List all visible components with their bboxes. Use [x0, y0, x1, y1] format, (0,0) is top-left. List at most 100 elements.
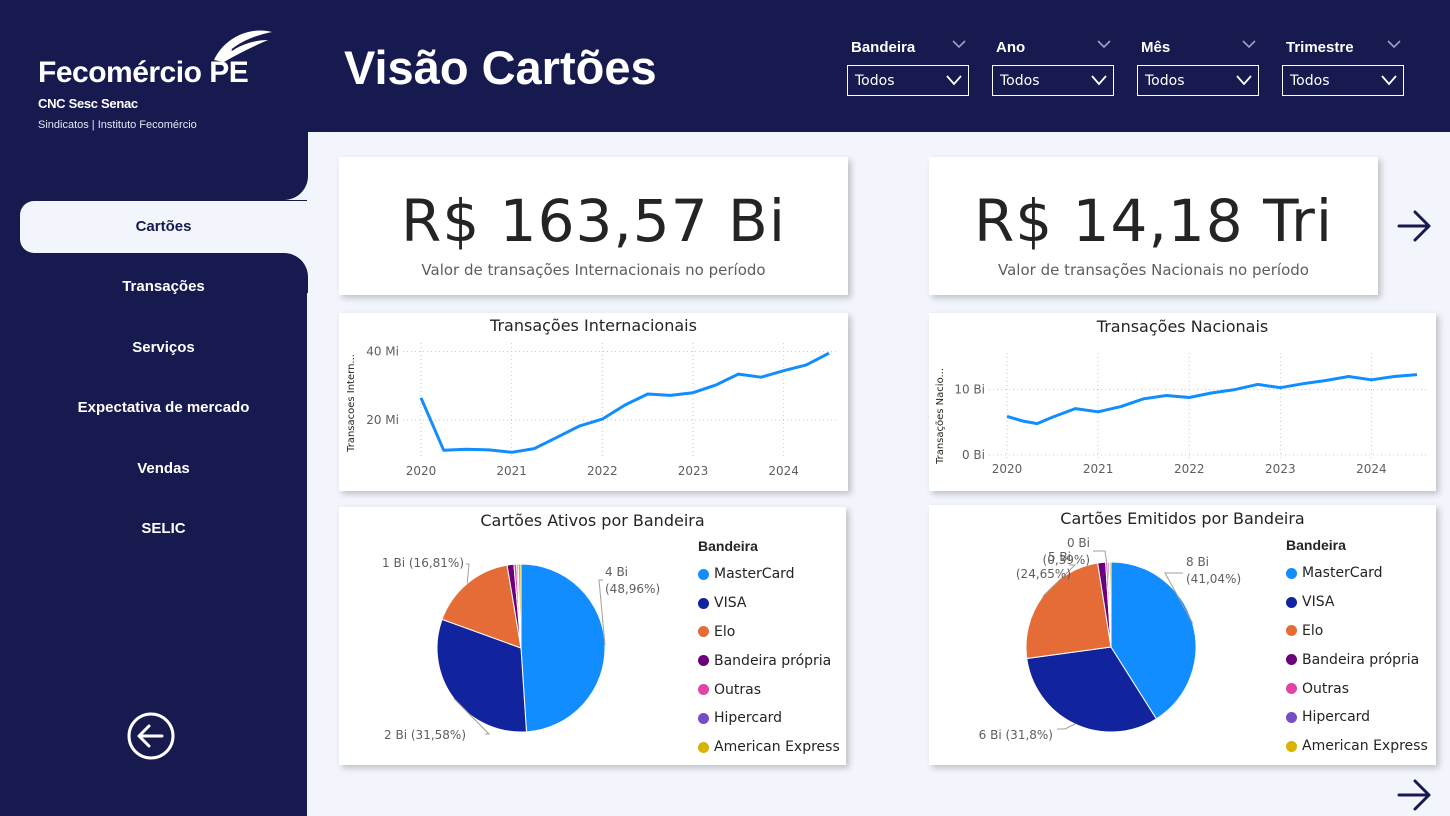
sidebar-item-vendas[interactable]: Vendas: [20, 443, 307, 495]
sidebar-item-serviços[interactable]: Serviços: [20, 322, 307, 374]
pie-chart-active: 4 Bi (48,96%) 2 Bi (31,58%) 1 Bi (16,81%): [382, 556, 660, 742]
legend-label: Elo: [714, 623, 736, 640]
y-axis-label: Transacoes Intern...: [346, 354, 357, 453]
series-line: [419, 351, 830, 454]
slicer-dropdown[interactable]: Todos: [992, 65, 1114, 96]
legend-item[interactable]: VISA: [698, 589, 840, 618]
x-tick-label: 2022: [1174, 462, 1205, 476]
legend-item[interactable]: Elo: [698, 618, 840, 647]
x-tick-label: 2020: [992, 462, 1023, 476]
legend-label: Outras: [714, 681, 762, 698]
slicer-title: Ano: [996, 39, 1026, 56]
legend-marker: [1286, 625, 1297, 637]
legend-label: Bandeira própria: [714, 652, 832, 669]
dropdown-arrow-icon: [946, 75, 962, 86]
legend-marker: [698, 684, 709, 696]
sidebar-item-selic[interactable]: SELIC: [20, 503, 307, 555]
back-arrow-button[interactable]: [126, 711, 176, 761]
next-arrow-bottom-icon[interactable]: [1397, 778, 1433, 812]
slicer-title: Bandeira: [851, 39, 916, 56]
series-line: [1006, 373, 1418, 426]
legend-label: American Express: [1302, 738, 1428, 755]
slicer-selected-value: Todos: [1290, 73, 1330, 89]
data-label: 2 Bi (31,58%): [384, 728, 466, 742]
legend-label: Hipercard: [714, 710, 783, 727]
legend-label: MasterCard: [714, 566, 795, 583]
slicer-dropdown[interactable]: Todos: [1137, 65, 1259, 96]
dropdown-arrow-icon: [1091, 75, 1107, 86]
leader-line: [1093, 550, 1108, 563]
legend-label: Elo: [1302, 622, 1324, 639]
legend-label: American Express: [714, 739, 840, 756]
legend-item[interactable]: Bandeira própria: [698, 646, 840, 675]
legend-item[interactable]: Hipercard: [698, 704, 840, 733]
pie-chart-active-card: Cartões Ativos por Bandeira 4 Bi (48,96%)…: [339, 507, 846, 765]
leader-line: [1057, 723, 1076, 730]
x-tick-label: 2022: [587, 464, 618, 478]
legend-item[interactable]: Hipercard: [1286, 703, 1428, 732]
legend-label: VISA: [714, 595, 747, 612]
legend-item[interactable]: MasterCard: [698, 560, 840, 589]
x-tick-label: 2023: [678, 464, 709, 478]
legend-label: MasterCard: [1302, 565, 1383, 582]
line-chart-national: 2020 2021 2022 2023 2024 0 Bi 10 Bi Transações …: [935, 353, 1427, 476]
pie-chart-issued: 8 Bi(41,04%)6 Bi (31,8%)5 Bi(24,65%)0 Bi…: [979, 536, 1241, 742]
slicer-dropdown[interactable]: Todos: [1282, 65, 1404, 96]
pie-slice-mastercard: [520, 563, 606, 733]
chevron-down-icon[interactable]: [1386, 38, 1402, 50]
slicer-title: Trimestre: [1286, 39, 1354, 56]
data-label: (48,96%): [605, 582, 660, 596]
data-label: 8 Bi: [1186, 555, 1209, 569]
legend-item[interactable]: MasterCard: [1286, 559, 1428, 588]
data-label: (24,65%): [1016, 567, 1071, 581]
kpi-international-value: R$ 163,57 Bi: [401, 187, 786, 255]
legend-marker: [698, 712, 709, 724]
brand-tagline: Sindicatos | Instituto Fecomércio: [38, 119, 197, 131]
legend-marker: [1286, 740, 1297, 752]
x-tick-label: 2024: [768, 464, 799, 478]
sidebar-item-cartões[interactable]: Cartões: [20, 201, 307, 253]
x-tick-label: 2023: [1265, 462, 1296, 476]
x-tick-label: 2024: [1356, 462, 1387, 476]
chevron-down-icon[interactable]: [1241, 38, 1257, 50]
legend-marker: [1286, 683, 1297, 695]
data-label: (0,39%): [1043, 553, 1090, 567]
legend-label: VISA: [1302, 594, 1335, 611]
legend-item[interactable]: Elo: [1286, 617, 1428, 646]
sidebar-item-transações[interactable]: Transações: [20, 261, 307, 313]
y-axis-label: Transações Nacio...: [935, 368, 946, 465]
nav-curve-top: [280, 130, 308, 200]
legend-marker: [1286, 567, 1297, 579]
pie-chart-issued-card: Cartões Emitidos por Bandeira 8 Bi (41,04…: [929, 505, 1436, 765]
chevron-down-icon[interactable]: [951, 38, 967, 50]
legend-item[interactable]: Outras: [698, 675, 840, 704]
chevron-down-icon[interactable]: [1096, 38, 1112, 50]
legend-marker: [698, 655, 709, 667]
legend: Bandeira MasterCard VISA Elo Bandeira própri…: [698, 538, 840, 762]
legend-title: Bandeira: [1286, 537, 1346, 553]
data-label: 1 Bi (16,81%): [382, 556, 464, 570]
x-tick-label: 2020: [406, 464, 437, 478]
y-tick-label: 40 Mi: [366, 345, 399, 359]
slicer-selected-value: Todos: [1145, 73, 1185, 89]
kpi-national-label: Valor de transações Nacionais no período: [998, 261, 1309, 279]
next-page-arrow-icon[interactable]: [1397, 208, 1433, 244]
kpi-national-value: R$ 14,18 Tri: [974, 187, 1333, 255]
legend-item[interactable]: Outras: [1286, 674, 1428, 703]
legend-item[interactable]: Bandeira própria: [1286, 645, 1428, 674]
dropdown-arrow-icon: [1381, 75, 1397, 86]
y-tick-label: 10 Bi: [954, 383, 985, 397]
sidebar-item-expectativa-de-mercado[interactable]: Expectativa de mercado: [20, 382, 307, 434]
legend-item[interactable]: VISA: [1286, 588, 1428, 617]
data-label: 0 Bi: [1067, 536, 1090, 550]
legend-marker: [698, 626, 709, 638]
dropdown-arrow-icon: [1236, 75, 1252, 86]
data-label: (41,04%): [1186, 572, 1241, 586]
legend-item[interactable]: American Express: [698, 733, 840, 762]
legend-marker: [1286, 654, 1297, 666]
legend-marker: [698, 568, 709, 580]
legend-item[interactable]: American Express: [1286, 732, 1428, 761]
slicer-2: Ano Todos: [992, 36, 1114, 98]
legend-title: Bandeira: [698, 538, 758, 554]
slicer-dropdown[interactable]: Todos: [847, 65, 969, 96]
